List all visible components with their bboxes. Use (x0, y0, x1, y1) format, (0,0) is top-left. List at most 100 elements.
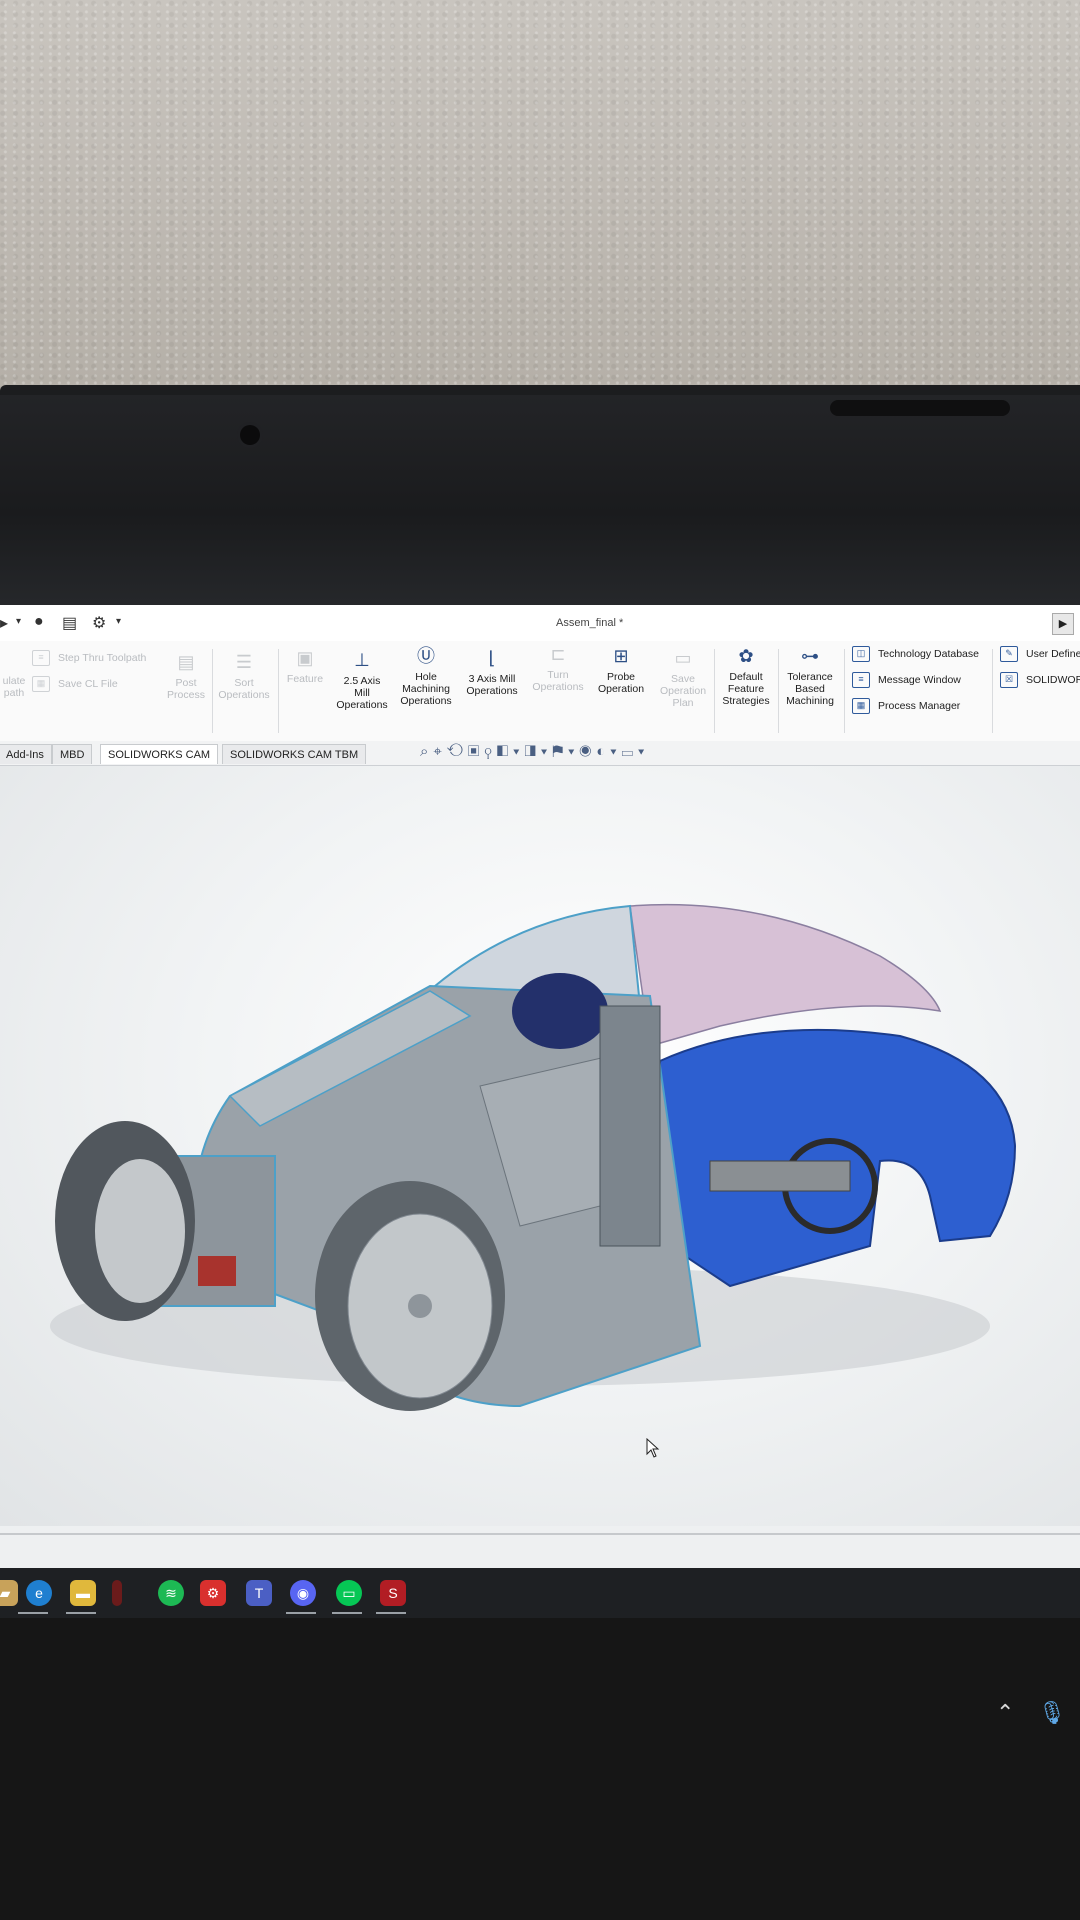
step-thru-toolpath-button[interactable]: ≡ Step Thru Toolpath (32, 645, 146, 671)
2-5-axis-mill-label: 2.5 Axis Mill Operations (336, 675, 388, 711)
3axis-icon: ⌊ (488, 648, 496, 668)
post-process-icon: ▤ (177, 652, 195, 672)
simulate-toolpath-button[interactable]: ulate path (0, 675, 28, 699)
feature-label: Feature (286, 673, 324, 685)
hub-center (408, 1294, 432, 1318)
rear-body-shell (638, 1028, 1017, 1288)
default-feature-strategies-button[interactable]: ✿ Default Feature Strategies (718, 645, 774, 707)
tolerance-icon: ⊶ (801, 646, 819, 666)
default-feature-strategies-label: Default Feature Strategies (722, 671, 770, 707)
mill-icon: ⊥ (354, 650, 370, 670)
process-manager-icon: ▦ (852, 698, 870, 714)
step-icon: ≡ (32, 650, 50, 666)
command-manager-ribbon: ≡ Step Thru Toolpath ▦ Save CL File ulate … (0, 641, 1080, 742)
ribbon-separator (844, 649, 845, 733)
post-process-button[interactable]: ▤ Post Process (166, 651, 206, 701)
message-window-label: Message Window (878, 674, 961, 686)
gear-icon[interactable]: ⚙ (92, 613, 106, 633)
save-cl-icon: ▦ (32, 676, 50, 692)
post-process-label: Post Process (167, 677, 205, 701)
save-cl-file-button[interactable]: ▦ Save CL File (32, 671, 146, 697)
tab-add-ins[interactable]: Add-Ins (0, 744, 52, 764)
hole-machining-button[interactable]: Ⓤ Hole Machining Operations (396, 645, 456, 707)
seat-bulkhead (599, 1005, 661, 1247)
panel-arrow-icon[interactable]: ▶ (1052, 613, 1074, 635)
save-operation-plan-button[interactable]: ▭ Save Operation Plan (654, 647, 712, 709)
process-manager-label: Process Manager (878, 700, 961, 712)
simulate-toolpath-label: ulate path (2, 675, 26, 699)
hole-machining-label: Hole Machining Operations (400, 671, 452, 707)
3-axis-mill-label: 3 Axis Mill Operations (466, 673, 518, 697)
toolpath-group: ≡ Step Thru Toolpath ▦ Save CL File (32, 645, 146, 697)
dropdown-icon[interactable]: ▾ (16, 616, 21, 627)
user-defined-label: User Define (1026, 648, 1080, 660)
traffic-light-icon[interactable]: ● (34, 613, 44, 631)
ribbon-separator (212, 649, 213, 733)
message-window-button[interactable]: ≡ Message Window (852, 667, 979, 693)
2-5-axis-mill-button[interactable]: ⊥ 2.5 Axis Mill Operations (332, 649, 392, 711)
edge-icon[interactable]: e (26, 1580, 52, 1606)
line-icon[interactable]: ▭ (336, 1580, 362, 1606)
turn-operations-label: Turn Operations (532, 669, 584, 693)
process-manager-button[interactable]: ▦ Process Manager (852, 693, 979, 719)
options-dropdown-icon[interactable]: ▾ (116, 616, 121, 627)
hole-icon: Ⓤ (417, 646, 435, 666)
solidworks-icon: ☒ (1000, 672, 1018, 688)
feature-icon: ▣ (296, 648, 314, 668)
wall-background (0, 0, 1080, 400)
technology-database-label: Technology Database (878, 648, 979, 660)
solidworks-label: SOLIDWORK (1026, 674, 1080, 686)
taskbar-indicator (376, 1612, 406, 1614)
app-icon[interactable] (112, 1580, 122, 1606)
helmet (512, 973, 608, 1049)
3-axis-mill-button[interactable]: ⌊ 3 Axis Mill Operations (460, 647, 524, 697)
taskbar-indicator (286, 1612, 316, 1614)
tolerance-based-machining-button[interactable]: ⊶ Tolerance Based Machining (782, 645, 838, 707)
file-properties-icon[interactable]: ▤ (62, 613, 77, 633)
microphone-icon[interactable]: 🎙 (1038, 1700, 1066, 1726)
feature-button[interactable]: ▣ Feature (282, 647, 328, 685)
turn-operations-button[interactable]: ⊏ Turn Operations (528, 643, 588, 693)
message-window-icon: ≡ (852, 672, 870, 688)
probe-operation-button[interactable]: ⊞ Probe Operation (592, 645, 650, 695)
sort-icon: ☰ (235, 652, 253, 672)
viewport-bottom-border (0, 1533, 1080, 1535)
folder-icon[interactable]: ▬ (70, 1580, 96, 1606)
save-operation-plan-label: Save Operation Plan (659, 673, 707, 709)
graphics-area[interactable] (0, 766, 1080, 1526)
front-left-hub (95, 1159, 185, 1303)
settings-app-icon[interactable]: ⚙ (200, 1580, 226, 1606)
tab-solidworks-cam-tbm[interactable]: SOLIDWORKS CAM TBM (222, 744, 367, 764)
mouse-cursor-icon (646, 1438, 660, 1458)
tab-mbd[interactable]: MBD (52, 744, 93, 764)
drivetrain (709, 1160, 851, 1192)
ribbon-separator (992, 649, 993, 733)
save-cl-file-label: Save CL File (58, 678, 118, 690)
tab-solidworks-cam[interactable]: SOLIDWORKS CAM (100, 744, 219, 764)
sort-operations-button[interactable]: ☰ Sort Operations (216, 651, 272, 701)
technology-database-button[interactable]: ◫ Technology Database (852, 641, 979, 667)
select-icon[interactable]: ▸ (0, 613, 8, 633)
sort-operations-label: Sort Operations (218, 677, 270, 701)
monitor-bezel-top (0, 395, 1080, 610)
database-icon: ◫ (852, 646, 870, 662)
user-tools-list: ✎ User Define ☒ SOLIDWORK (1000, 641, 1080, 693)
heads-up-view-toolbar[interactable]: ⌕⌖⟲▣⚲◧▾◨▾⚑▾◉◐▾▭▾ (420, 743, 649, 760)
screen: ▸ ▾ ● ▤ ⚙ ▾ Assem_final * ▶ ≡ Step Thru T… (0, 605, 1080, 1570)
discord-icon[interactable]: ◉ (290, 1580, 316, 1606)
spotify-icon[interactable]: ≋ (158, 1580, 184, 1606)
solidworks-button[interactable]: ☒ SOLIDWORK (1000, 667, 1080, 693)
ribbon-separator (778, 649, 779, 733)
user-defined-button[interactable]: ✎ User Define (1000, 641, 1080, 667)
save-plan-icon: ▭ (674, 648, 692, 668)
file-explorer-icon[interactable]: ▰ (0, 1580, 18, 1606)
taskbar-indicator (332, 1612, 362, 1614)
chevron-up-icon[interactable]: ⌃ (996, 1700, 1014, 1726)
teams-icon[interactable]: T (246, 1580, 272, 1606)
solidworks-app-icon[interactable]: S (380, 1580, 406, 1606)
probe-operation-label: Probe Operation (597, 671, 645, 695)
taskbar-indicator (18, 1612, 48, 1614)
user-defined-icon: ✎ (1000, 646, 1018, 662)
step-thru-toolpath-label: Step Thru Toolpath (58, 652, 147, 664)
webcam (240, 425, 260, 445)
